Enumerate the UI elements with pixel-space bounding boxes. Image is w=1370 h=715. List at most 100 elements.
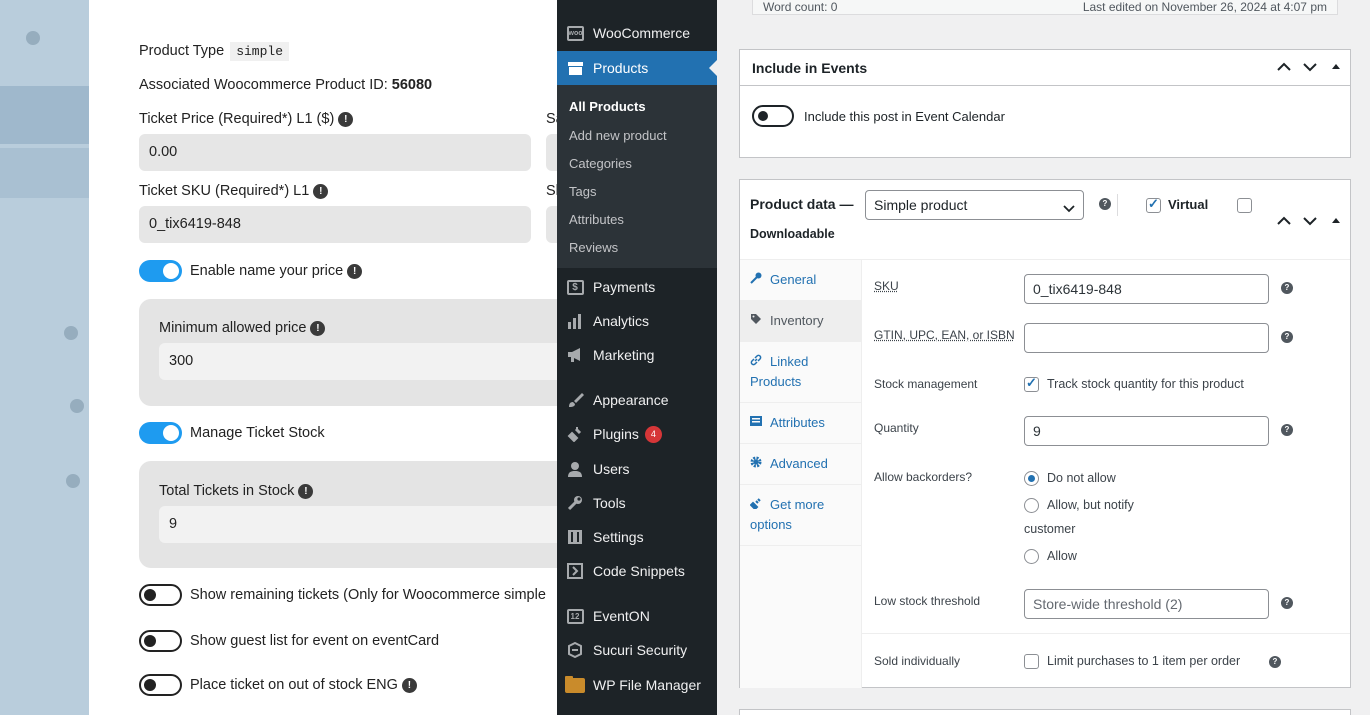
name-your-price-label: Enable name your price [190, 263, 344, 279]
submenu-add-new[interactable]: Add new product [569, 128, 667, 143]
menu-marketing[interactable]: Marketing [557, 338, 717, 372]
menu-plugins[interactable]: Plugins 4 [557, 417, 717, 451]
help-icon[interactable]: ! [298, 483, 314, 499]
min-price-input[interactable]: 300 [159, 343, 557, 380]
menu-settings[interactable]: Settings [557, 520, 717, 554]
move-down-icon[interactable] [1302, 214, 1318, 229]
tab-advanced[interactable]: Advanced [740, 444, 861, 485]
total-stock-label: Total Tickets in Stock [159, 483, 295, 499]
gtin-input[interactable] [1024, 323, 1269, 353]
out-of-stock-toggle[interactable] [139, 674, 182, 696]
menu-tools[interactable]: Tools [557, 486, 717, 520]
virtual-checkbox[interactable] [1146, 196, 1161, 213]
woo-icon: woo [565, 23, 585, 43]
submenu-reviews[interactable]: Reviews [569, 240, 618, 255]
quantity-input[interactable]: 9 [1024, 416, 1269, 446]
include-events-header: Include in Events [740, 50, 1350, 86]
help-icon[interactable]: ? [1099, 198, 1111, 210]
short-desc-input[interactable] [546, 206, 557, 243]
menu-label: Code Snippets [593, 563, 685, 579]
editor-status-bar: Word count: 0 Last edited on November 26… [752, 0, 1338, 15]
backorder-notify-label: Allow, but notify [1047, 498, 1134, 512]
ticket-sku-input[interactable]: 0_tix6419-848 [139, 206, 531, 243]
help-icon[interactable]: ? [1281, 597, 1293, 609]
help-icon[interactable]: ! [347, 263, 363, 279]
menu-label: Plugins [593, 426, 639, 442]
submenu-all-products[interactable]: All Products [569, 99, 646, 114]
backorder-no-radio[interactable] [1024, 471, 1039, 486]
show-remaining-label: Show remaining tickets (Only for Woocomm… [190, 587, 546, 603]
sucuri-icon [565, 640, 585, 660]
total-stock-input[interactable]: 9 [159, 506, 557, 543]
menu-code-snippets[interactable]: Code Snippets [557, 554, 717, 588]
help-icon[interactable]: ? [1281, 424, 1293, 436]
help-icon[interactable]: ? [1269, 656, 1281, 668]
include-events-toggle[interactable] [752, 105, 794, 127]
sale-price-input[interactable] [546, 134, 557, 171]
tab-attributes[interactable]: Attributes [740, 403, 861, 444]
show-remaining-toggle[interactable] [139, 584, 182, 606]
collapse-icon[interactable] [1328, 60, 1344, 75]
menu-products[interactable]: Products [557, 51, 717, 85]
include-events-label: Include this post in Event Calendar [804, 109, 1005, 124]
product-data-tabs: General Inventory Linked Products Attrib… [740, 260, 862, 688]
background-band [0, 148, 89, 198]
total-stock-label-row: Total Tickets in Stock! [159, 483, 314, 499]
menu-payments[interactable]: $ Payments [557, 270, 717, 304]
help-icon[interactable]: ! [338, 111, 354, 127]
move-up-icon[interactable] [1276, 60, 1292, 75]
backorder-notify-radio[interactable] [1024, 498, 1039, 513]
stock-box: Total Tickets in Stock! 9 [139, 461, 557, 568]
menu-eventon[interactable]: 12 EventON [557, 599, 717, 633]
include-events-title: Include in Events [752, 59, 868, 76]
menu-sucuri[interactable]: Sucuri Security [557, 633, 717, 667]
payments-icon: $ [565, 277, 585, 297]
help-icon[interactable]: ? [1281, 331, 1293, 343]
backorder-allow-radio[interactable] [1024, 549, 1039, 564]
menu-appearance[interactable]: Appearance [557, 383, 717, 417]
low-stock-input[interactable]: Store-wide threshold (2) [1024, 589, 1269, 619]
background-dot [70, 399, 84, 413]
menu-wp-file-manager[interactable]: WP File Manager [557, 668, 717, 702]
menu-label: Settings [593, 529, 644, 545]
move-up-icon[interactable] [1276, 214, 1292, 229]
submenu-categories[interactable]: Categories [569, 156, 632, 171]
submenu-attributes[interactable]: Attributes [569, 212, 624, 227]
tab-general[interactable]: General [740, 260, 861, 301]
ticket-settings-panel: Product Type simple Associated Woocommerc… [89, 0, 557, 715]
menu-users[interactable]: Users [557, 452, 717, 486]
manage-stock-checkbox[interactable] [1024, 375, 1039, 392]
collapse-icon[interactable] [1328, 214, 1344, 229]
include-events-box: Include in Events Include this post in E… [739, 49, 1351, 158]
guest-list-toggle[interactable] [139, 630, 182, 652]
help-icon[interactable]: ? [1281, 282, 1293, 294]
chevron-down-icon [1063, 200, 1075, 216]
name-your-price-toggle[interactable] [139, 260, 182, 282]
tab-get-more-options[interactable]: Get more options [740, 485, 861, 546]
tab-inventory[interactable]: Inventory [740, 301, 861, 342]
product-data-box: Product data — Simple product ? Virtual … [739, 179, 1351, 688]
downloadable-checkbox[interactable] [1237, 198, 1252, 213]
sku-input[interactable]: 0_tix6419-848 [1024, 274, 1269, 304]
menu-analytics[interactable]: Analytics [557, 304, 717, 338]
tag-icon [750, 311, 764, 331]
product-type-select[interactable]: Simple product [865, 190, 1084, 220]
sold-individually-checkbox[interactable] [1024, 654, 1039, 669]
min-price-box: Minimum allowed price! 300 [139, 299, 557, 406]
help-icon[interactable]: ! [313, 183, 329, 199]
low-stock-label: Low stock threshold [874, 594, 981, 608]
menu-woocommerce[interactable]: woo WooCommerce [557, 16, 717, 50]
move-down-icon[interactable] [1302, 60, 1318, 75]
edit-post-content: Word count: 0 Last edited on November 26… [717, 0, 1370, 715]
quantity-label: Quantity [874, 421, 919, 435]
help-icon[interactable]: ! [310, 320, 326, 336]
manage-stock-toggle[interactable] [139, 422, 182, 444]
tab-linked-products[interactable]: Linked Products [740, 342, 861, 403]
backorder-no-label: Do not allow [1047, 471, 1116, 485]
help-icon[interactable]: ! [401, 677, 417, 693]
ticket-price-input[interactable]: 0.00 [139, 134, 531, 171]
wrench-icon [750, 270, 764, 290]
submenu-tags[interactable]: Tags [569, 184, 596, 199]
gtin-label: GTIN, UPC, EAN, or ISBN [874, 328, 1015, 342]
background-dot [66, 474, 80, 488]
